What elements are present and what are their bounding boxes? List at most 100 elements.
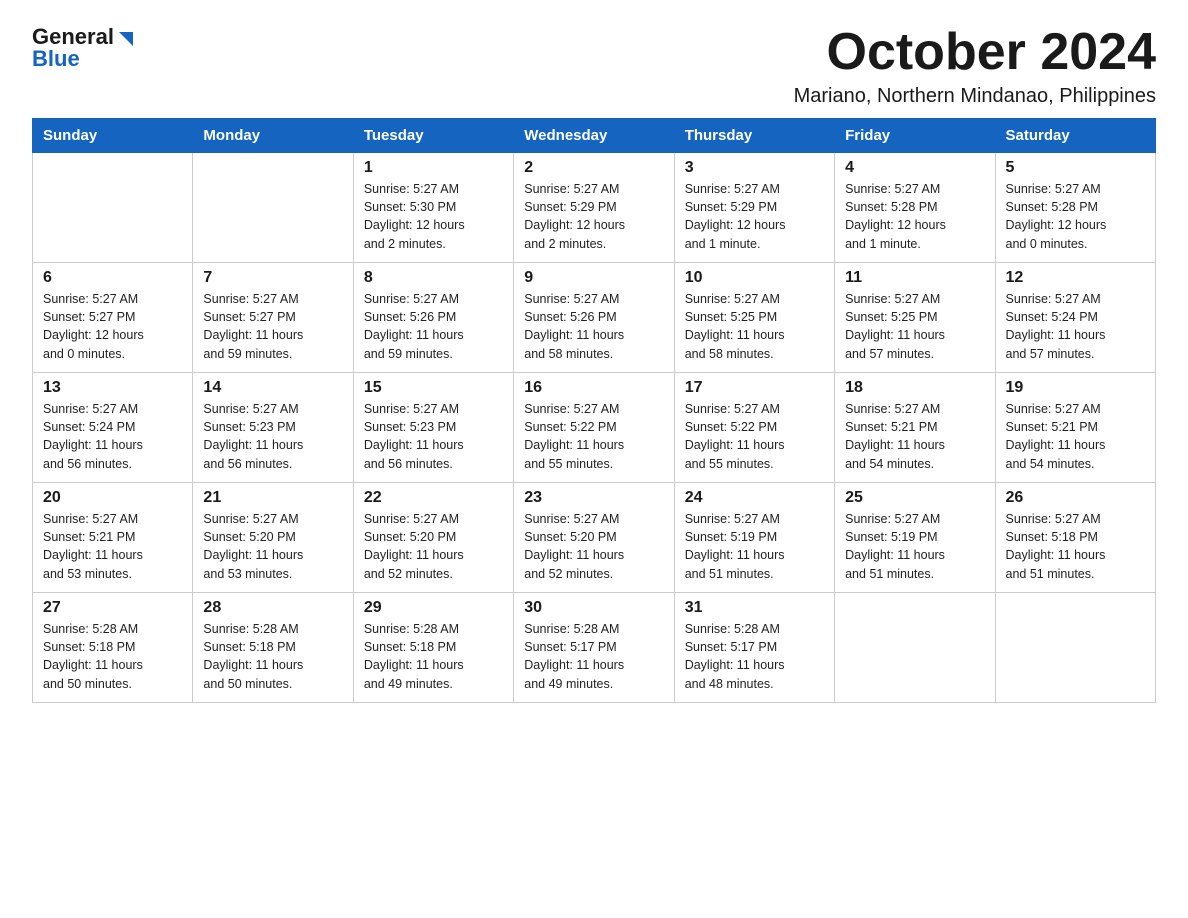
calendar-cell: 8 Sunrise: 5:27 AMSunset: 5:26 PMDaylight… [353, 263, 513, 373]
day-info: Sunrise: 5:27 AMSunset: 5:22 PMDaylight:… [524, 400, 663, 473]
day-number: 8 [364, 269, 503, 287]
day-number: 10 [685, 269, 824, 287]
calendar-cell: 4Sunrise: 5:27 AMSunset: 5:28 PMDaylight… [835, 153, 995, 263]
calendar-body: 1Sunrise: 5:27 AMSunset: 5:30 PMDaylight… [33, 153, 1156, 703]
day-number: 27 [43, 599, 182, 617]
day-number: 29 [364, 599, 503, 617]
day-info: Sunrise: 5:27 AMSunset: 5:26 PMDaylight:… [524, 290, 663, 363]
calendar-cell: 21Sunrise: 5:27 AMSunset: 5:20 PMDayligh… [193, 483, 353, 593]
day-info: Sunrise: 5:27 AMSunset: 5:19 PMDaylight:… [685, 510, 824, 583]
logo: General Blue [32, 24, 137, 72]
calendar-cell: 24 Sunrise: 5:27 AMSunset: 5:19 PMDayligh… [674, 483, 834, 593]
day-info: Sunrise: 5:27 AMSunset: 5:28 PMDaylight:… [845, 180, 984, 253]
calendar-cell [995, 593, 1155, 703]
calendar-cell: 20Sunrise: 5:27 AMSunset: 5:21 PMDayligh… [33, 483, 193, 593]
day-info: Sunrise: 5:27 AMSunset: 5:18 PMDaylight:… [1006, 510, 1145, 583]
day-info: Sunrise: 5:27 AMSunset: 5:21 PMDaylight:… [43, 510, 182, 583]
header-tuesday: Tuesday [353, 119, 513, 153]
day-info: Sunrise: 5:27 AMSunset: 5:25 PMDaylight:… [685, 290, 824, 363]
day-number: 14 [203, 379, 342, 397]
calendar-cell: 22Sunrise: 5:27 AMSunset: 5:20 PMDayligh… [353, 483, 513, 593]
day-number: 6 [43, 269, 182, 287]
day-info: Sunrise: 5:27 AMSunset: 5:26 PMDaylight:… [364, 290, 503, 363]
day-info: Sunrise: 5:28 AMSunset: 5:18 PMDaylight:… [43, 620, 182, 693]
day-info: Sunrise: 5:28 AMSunset: 5:17 PMDaylight:… [524, 620, 663, 693]
calendar-cell: 16 Sunrise: 5:27 AMSunset: 5:22 PMDayligh… [514, 373, 674, 483]
day-info: Sunrise: 5:27 AMSunset: 5:23 PMDaylight:… [364, 400, 503, 473]
day-info: Sunrise: 5:27 AMSunset: 5:27 PMDaylight:… [43, 290, 182, 363]
day-info: Sunrise: 5:27 AMSunset: 5:21 PMDaylight:… [1006, 400, 1145, 473]
day-info: Sunrise: 5:27 AMSunset: 5:29 PMDaylight:… [685, 180, 824, 253]
calendar-header: SundayMondayTuesdayWednesdayThursdayFrid… [33, 119, 1156, 153]
calendar-cell: 18 Sunrise: 5:27 AMSunset: 5:21 PMDayligh… [835, 373, 995, 483]
day-number: 7 [203, 269, 342, 287]
header-thursday: Thursday [674, 119, 834, 153]
page-header: General Blue October 2024 Mariano, North… [32, 24, 1156, 108]
week-row-1: 1Sunrise: 5:27 AMSunset: 5:30 PMDaylight… [33, 153, 1156, 263]
week-row-3: 13 Sunrise: 5:27 AMSunset: 5:24 PMDayligh… [33, 373, 1156, 483]
calendar-cell: 19 Sunrise: 5:27 AMSunset: 5:21 PMDayligh… [995, 373, 1155, 483]
calendar-cell: 6 Sunrise: 5:27 AMSunset: 5:27 PMDaylight… [33, 263, 193, 373]
day-number: 17 [685, 379, 824, 397]
day-info: Sunrise: 5:28 AMSunset: 5:18 PMDaylight:… [364, 620, 503, 693]
day-info: Sunrise: 5:27 AMSunset: 5:21 PMDaylight:… [845, 400, 984, 473]
day-number: 5 [1006, 159, 1145, 177]
day-number: 22 [364, 489, 503, 507]
calendar-cell: 9 Sunrise: 5:27 AMSunset: 5:26 PMDaylight… [514, 263, 674, 373]
calendar-cell: 30Sunrise: 5:28 AMSunset: 5:17 PMDayligh… [514, 593, 674, 703]
calendar-cell: 13 Sunrise: 5:27 AMSunset: 5:24 PMDayligh… [33, 373, 193, 483]
day-info: Sunrise: 5:27 AMSunset: 5:20 PMDaylight:… [203, 510, 342, 583]
week-row-2: 6 Sunrise: 5:27 AMSunset: 5:27 PMDaylight… [33, 263, 1156, 373]
day-number: 18 [845, 379, 984, 397]
calendar-title: October 2024 [794, 24, 1156, 81]
day-number: 16 [524, 379, 663, 397]
day-info: Sunrise: 5:27 AMSunset: 5:22 PMDaylight:… [685, 400, 824, 473]
calendar-cell: 2Sunrise: 5:27 AMSunset: 5:29 PMDaylight… [514, 153, 674, 263]
header-friday: Friday [835, 119, 995, 153]
day-number: 26 [1006, 489, 1145, 507]
day-number: 15 [364, 379, 503, 397]
day-number: 11 [845, 269, 984, 287]
day-number: 19 [1006, 379, 1145, 397]
day-info: Sunrise: 5:28 AMSunset: 5:18 PMDaylight:… [203, 620, 342, 693]
calendar-cell: 26 Sunrise: 5:27 AMSunset: 5:18 PMDayligh… [995, 483, 1155, 593]
calendar-cell: 3Sunrise: 5:27 AMSunset: 5:29 PMDaylight… [674, 153, 834, 263]
calendar-cell: 31 Sunrise: 5:28 AMSunset: 5:17 PMDayligh… [674, 593, 834, 703]
week-row-5: 27 Sunrise: 5:28 AMSunset: 5:18 PMDayligh… [33, 593, 1156, 703]
day-number: 25 [845, 489, 984, 507]
calendar-cell: 29 Sunrise: 5:28 AMSunset: 5:18 PMDayligh… [353, 593, 513, 703]
day-number: 23 [524, 489, 663, 507]
header-row: SundayMondayTuesdayWednesdayThursdayFrid… [33, 119, 1156, 153]
day-info: Sunrise: 5:27 AMSunset: 5:19 PMDaylight:… [845, 510, 984, 583]
calendar-cell: 25 Sunrise: 5:27 AMSunset: 5:19 PMDayligh… [835, 483, 995, 593]
calendar-cell: 5Sunrise: 5:27 AMSunset: 5:28 PMDaylight… [995, 153, 1155, 263]
day-info: Sunrise: 5:27 AMSunset: 5:30 PMDaylight:… [364, 180, 503, 253]
day-info: Sunrise: 5:27 AMSunset: 5:24 PMDaylight:… [43, 400, 182, 473]
calendar-cell: 14Sunrise: 5:27 AMSunset: 5:23 PMDayligh… [193, 373, 353, 483]
day-info: Sunrise: 5:27 AMSunset: 5:25 PMDaylight:… [845, 290, 984, 363]
day-number: 31 [685, 599, 824, 617]
calendar-cell: 7Sunrise: 5:27 AMSunset: 5:27 PMDaylight… [193, 263, 353, 373]
calendar-cell: 17 Sunrise: 5:27 AMSunset: 5:22 PMDayligh… [674, 373, 834, 483]
calendar-title-block: October 2024 Mariano, Northern Mindanao,… [794, 24, 1156, 108]
day-number: 24 [685, 489, 824, 507]
calendar-cell: 12Sunrise: 5:27 AMSunset: 5:24 PMDayligh… [995, 263, 1155, 373]
calendar-cell: 15 Sunrise: 5:27 AMSunset: 5:23 PMDayligh… [353, 373, 513, 483]
calendar-subtitle: Mariano, Northern Mindanao, Philippines [794, 85, 1156, 108]
day-number: 9 [524, 269, 663, 287]
header-wednesday: Wednesday [514, 119, 674, 153]
calendar-cell [193, 153, 353, 263]
calendar-cell: 28Sunrise: 5:28 AMSunset: 5:18 PMDayligh… [193, 593, 353, 703]
header-saturday: Saturday [995, 119, 1155, 153]
day-number: 2 [524, 159, 663, 177]
calendar-table: SundayMondayTuesdayWednesdayThursdayFrid… [32, 118, 1156, 703]
logo-triangle-icon [115, 28, 137, 50]
header-sunday: Sunday [33, 119, 193, 153]
day-number: 13 [43, 379, 182, 397]
calendar-cell [835, 593, 995, 703]
logo-blue: Blue [32, 46, 80, 72]
day-info: Sunrise: 5:27 AMSunset: 5:20 PMDaylight:… [524, 510, 663, 583]
header-monday: Monday [193, 119, 353, 153]
calendar-cell: 10 Sunrise: 5:27 AMSunset: 5:25 PMDayligh… [674, 263, 834, 373]
day-info: Sunrise: 5:28 AMSunset: 5:17 PMDaylight:… [685, 620, 824, 693]
